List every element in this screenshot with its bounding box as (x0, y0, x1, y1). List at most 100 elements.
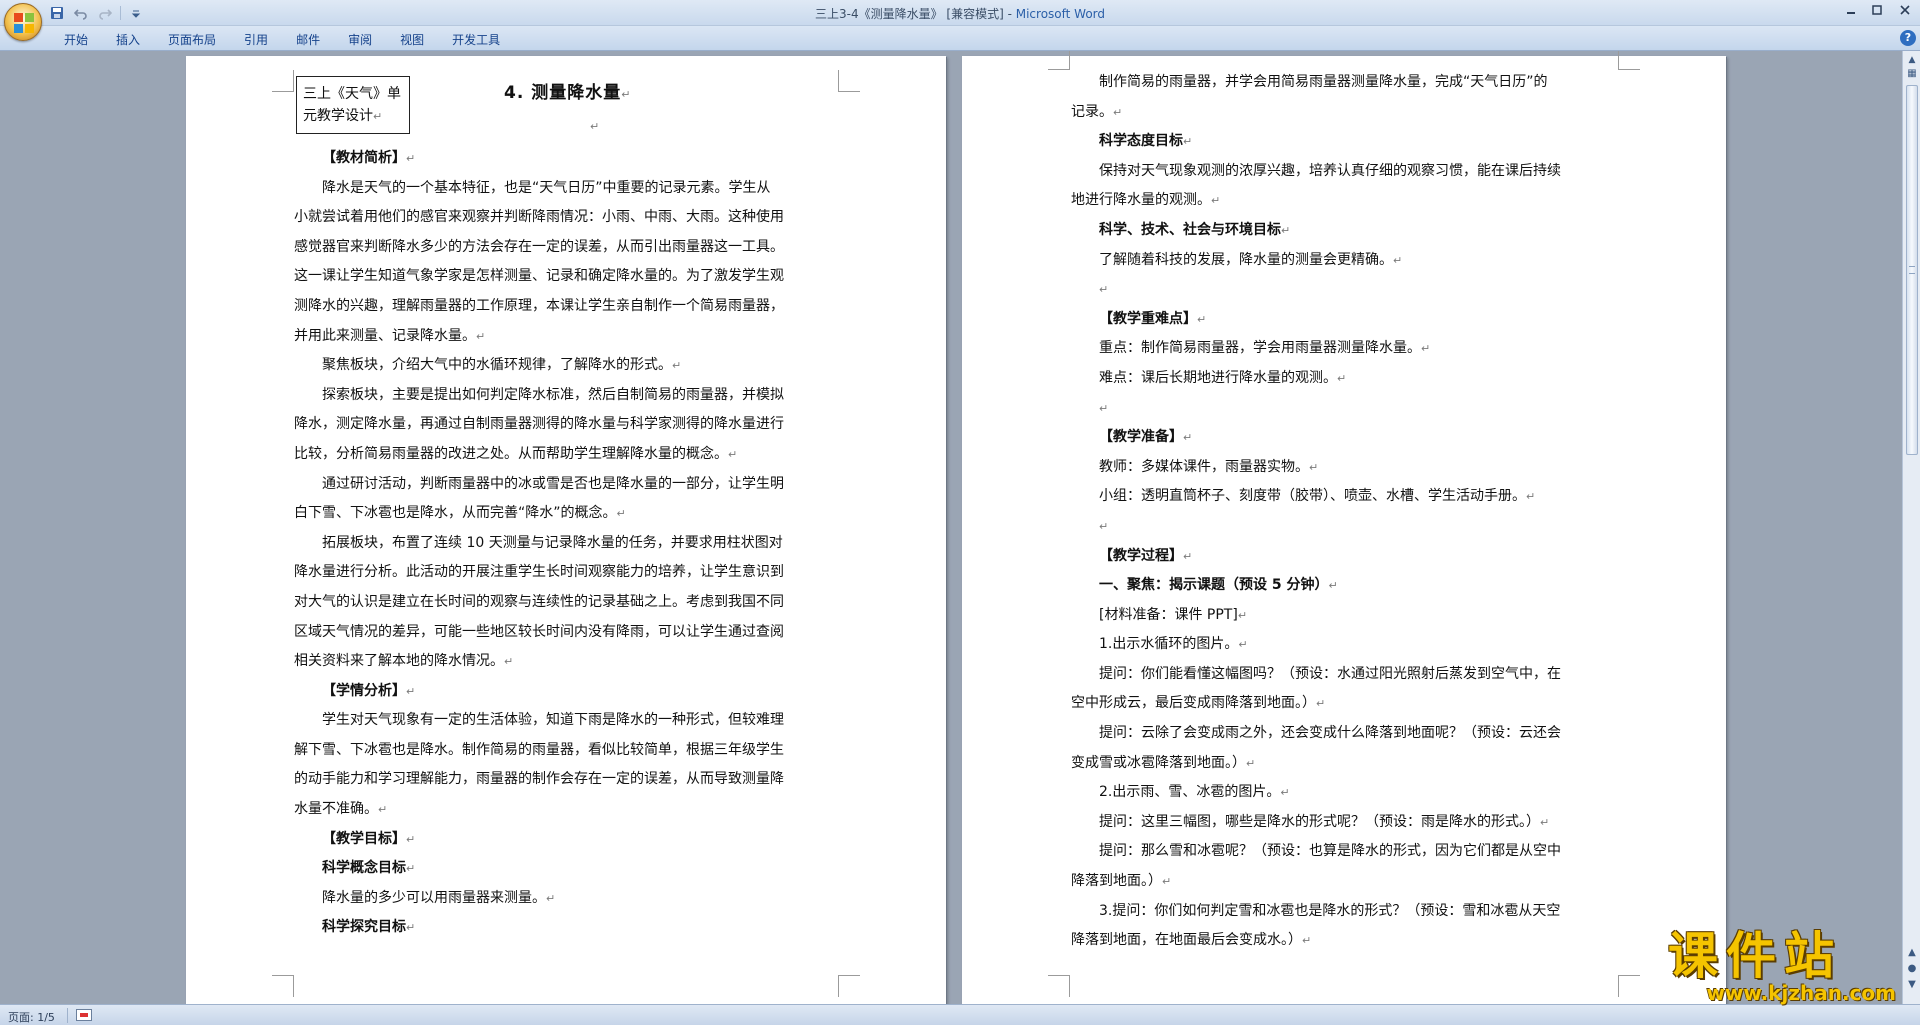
paragraph-line: 科学概念目标↵ (294, 854, 854, 884)
ruler-toggle-icon[interactable]: ▦ (1905, 67, 1919, 81)
ribbon-tab-6[interactable]: 视图 (386, 30, 438, 48)
document-title-text: 4. 测量降水量 (504, 83, 622, 103)
ribbon-tab-4[interactable]: 邮件 (282, 30, 334, 48)
line-text: 探索板块，主要是提出如何判定降水标准，然后自制简易的雨量器，并模拟 (322, 386, 784, 403)
paragraph-mark-icon: ↵ (616, 507, 626, 521)
line-text: 【教学过程】 (1099, 547, 1183, 564)
line-text: 小组：透明直筒杯子、刻度带（胶带）、喷壶、水槽、学生活动手册。 (1099, 488, 1526, 505)
line-text: 并用此来测量、记录降水量。 (294, 327, 476, 344)
window-title: 三上3-4《测量降水量》 [兼容模式] - Microsoft Word (0, 5, 1920, 22)
paragraph-mark-icon: ↵ (1237, 608, 1248, 622)
ribbon-tab-0[interactable]: 开始 (50, 30, 102, 48)
paragraph-line: 相关资料来了解本地的降水情况。↵ (294, 647, 854, 677)
paragraph-mark-icon: ↵ (1393, 253, 1403, 267)
paragraph-mark-icon: ↵ (406, 921, 416, 935)
paragraph-mark-icon: ↵ (546, 891, 556, 905)
line-text: 降水量进行分析。此活动的开展注重学生长时间观察能力的培养，让学生意识到 (294, 564, 784, 581)
paragraph-line: 制作简易的雨量器，并学会用简易雨量器测量降水量，完成“天气日历”的 (1071, 68, 1636, 98)
paragraph-mark-icon: ↵ (1421, 342, 1431, 356)
paragraph-mark-icon: ↵ (406, 152, 416, 165)
paragraph-mark-icon: ↵ (1183, 549, 1193, 563)
paragraph-line: 感觉器官来判断降水多少的方法会存在一定的误差，从而引出雨量器这一工具。 (294, 233, 854, 263)
maximize-icon[interactable] (1864, 0, 1890, 20)
paragraph-mark-icon: ↵ (1309, 460, 1319, 474)
paragraph-mark-icon: ↵ (476, 329, 486, 343)
paragraph-mark-icon: ↵ (1540, 815, 1550, 829)
line-text: 水量不准确。 (294, 801, 378, 818)
page-2-body[interactable]: 制作简易的雨量器，并学会用简易雨量器测量降水量，完成“天气日历”的 记录。↵ 科学态… (1071, 68, 1636, 956)
line-text: 难点：课后长期地进行降水量的观测。 (1099, 369, 1337, 386)
office-button[interactable] (4, 3, 42, 41)
ribbon-tab-7[interactable]: 开发工具 (438, 30, 514, 48)
line-text: 提问：那么雪和冰雹呢？（预设：也算是降水的形式，因为它们都是从空中 (1099, 843, 1561, 860)
paragraph-line: 拓展板块，布置了连续 10 天测量与记录降水量的任务，并要求用柱状图对 (294, 529, 854, 559)
crop-mark (838, 70, 860, 92)
line-text: 白下雪、下冰雹也是降水，从而完善“降水”的概念。 (294, 505, 617, 522)
paragraph-line: 探索板块，主要是提出如何判定降水标准，然后自制简易的雨量器，并模拟 (294, 381, 854, 411)
line-text: 通过研讨活动，判断雨量器中的冰或雪是否也是降水量的一部分，让学生明 (322, 475, 784, 492)
paragraph-mark-icon: ↵ (378, 803, 388, 817)
line-text: 比较，分析简易雨量器的改进之处。从而帮助学生理解降水量的概念。 (294, 445, 728, 462)
scrollbar-thumb[interactable] (1906, 85, 1918, 455)
browse-object-icon[interactable]: ● (1905, 962, 1919, 976)
document-page-1[interactable]: 三上《天气》单元教学设计↵ 4. 测量降水量↵ ↵ 【教材简析】↵ 降水是天气的一… (186, 56, 946, 1004)
paragraph-line: 1.出示水循环的图片。↵ (1071, 630, 1636, 660)
ribbon-tab-1[interactable]: 插入 (102, 30, 154, 48)
paragraph-mark-icon: ↵ (621, 88, 632, 101)
proofing-icon[interactable] (76, 1009, 92, 1021)
minimize-icon[interactable] (1838, 0, 1864, 20)
paragraph-line: 降水，测定降水量，再通过自制雨量器测得的降水量与科学家测得的降水量进行 (294, 410, 854, 440)
status-bar: 页面: 1/5 (0, 1004, 1920, 1025)
previous-page-icon[interactable]: ▲ (1905, 946, 1919, 960)
paragraph-line: 提问：云除了会变成雨之外，还会变成什么降落到地面呢？（预设：云还会 (1071, 719, 1636, 749)
paragraph-line: 的动手能力和学习理解能力，雨量器的制作会存在一定的误差，从而导致测量降 (294, 765, 854, 795)
line-text: 解下雪、下冰雹也是降水。制作简易的雨量器，看似比较简单，根据三年级学生 (294, 741, 784, 758)
window-title-app: Microsoft Word (1015, 7, 1106, 21)
paragraph-line: 【教学准备】↵ (1071, 423, 1636, 453)
watermark-logo: 课件站 www.kjzhan.com (1668, 927, 1900, 1007)
document-title: 4. 测量降水量↵ (504, 78, 631, 103)
paragraph-line: 教师：多媒体课件，雨量器实物。↵ (1071, 453, 1636, 483)
line-text: 重点：制作简易雨量器，学会用雨量器测量降水量。 (1099, 340, 1421, 357)
paragraph-line: 学生对天气现象有一定的生活体验，知道下雨是降水的一种形式，但较难理 (294, 706, 854, 736)
unit-text-box[interactable]: 三上《天气》单元教学设计↵ (296, 76, 410, 134)
scroll-up-icon[interactable]: ▲ (1905, 53, 1919, 67)
ribbon-tab-2[interactable]: 页面布局 (154, 30, 230, 48)
status-separator (67, 1008, 68, 1023)
page-count[interactable]: 页面: 1/5 (8, 1009, 55, 1025)
paragraph-line: 并用此来测量、记录降水量。↵ (294, 322, 854, 352)
crop-mark (1048, 51, 1070, 70)
line-text: 2.出示雨、雪、冰雹的图片。 (1099, 784, 1281, 801)
title-bar: 三上3-4《测量降水量》 [兼容模式] - Microsoft Word (0, 0, 1920, 26)
help-icon[interactable]: ? (1900, 30, 1916, 46)
document-workspace[interactable]: 三上《天气》单元教学设计↵ 4. 测量降水量↵ ↵ 【教材简析】↵ 降水是天气的一… (0, 51, 1902, 1004)
ribbon-tab-3[interactable]: 引用 (230, 30, 282, 48)
line-text: 变成雪或冰雹降落到地面。） (1071, 754, 1246, 771)
paragraph-line: 小就尝试着用他们的感官来观察并判断降雨情况：小雨、中雨、大雨。这种使用 (294, 203, 854, 233)
line-text: 科学概念目标 (322, 860, 406, 877)
paragraph-line: 小组：透明直筒杯子、刻度带（胶带）、喷壶、水槽、学生活动手册。↵ (1071, 482, 1636, 512)
line-text: 降水，测定降水量，再通过自制雨量器测得的降水量与科学家测得的降水量进行 (294, 416, 784, 433)
window-title-document: 三上3-4《测量降水量》 [兼容模式] - (814, 7, 1016, 21)
close-icon[interactable] (1890, 0, 1920, 20)
paragraph-line: 降水量进行分析。此活动的开展注重学生长时间观察能力的培养，让学生意识到 (294, 558, 854, 588)
line-text: 科学态度目标 (1099, 133, 1183, 150)
line-text: 小就尝试着用他们的感官来观察并判断降雨情况：小雨、中雨、大雨。这种使用 (294, 209, 784, 226)
page-1-body[interactable]: 【教材简析】↵ 降水是天气的一个基本特征，也是“天气日历”中重要的记录元素。学生从… (294, 144, 854, 943)
paragraph-line: 空中形成云，最后变成雨降落到地面。）↵ (1071, 689, 1636, 719)
paragraph-line: 这一课让学生知道气象学家是怎样测量、记录和确定降水量的。为了激发学生观 (294, 262, 854, 292)
ribbon-tab-5[interactable]: 审阅 (334, 30, 386, 48)
paragraph-line: 【教学过程】↵ (1071, 542, 1636, 572)
paragraph-line: 3.提问：你们如何判定雪和冰雹也是降水的形式？（预设：雪和冰雹从天空 (1071, 897, 1636, 927)
paragraph-mark-icon: ↵ (1099, 519, 1109, 533)
paragraph-mark-icon: ↵ (672, 359, 682, 373)
vertical-scrollbar[interactable]: ▲ ▦ ▲ ● ▼ (1902, 51, 1920, 1004)
paragraph-mark-icon: ↵ (590, 120, 600, 133)
paragraph-mark-icon: ↵ (1328, 579, 1338, 593)
line-text: 测降水的兴趣，理解雨量器的工作原理，本课让学生亲自制作一个简易雨量器， (294, 297, 784, 314)
paragraph-line: 【教材简析】↵ (294, 144, 854, 174)
document-page-2[interactable]: 制作简易的雨量器，并学会用简易雨量器测量降水量，完成“天气日历”的 记录。↵ 科学态… (962, 51, 1726, 1004)
line-text: 感觉器官来判断降水多少的方法会存在一定的误差，从而引出雨量器这一工具。 (294, 238, 784, 255)
next-page-icon[interactable]: ▼ (1905, 978, 1919, 992)
paragraph-line: 降水量的多少可以用雨量器来测量。↵ (294, 884, 854, 914)
